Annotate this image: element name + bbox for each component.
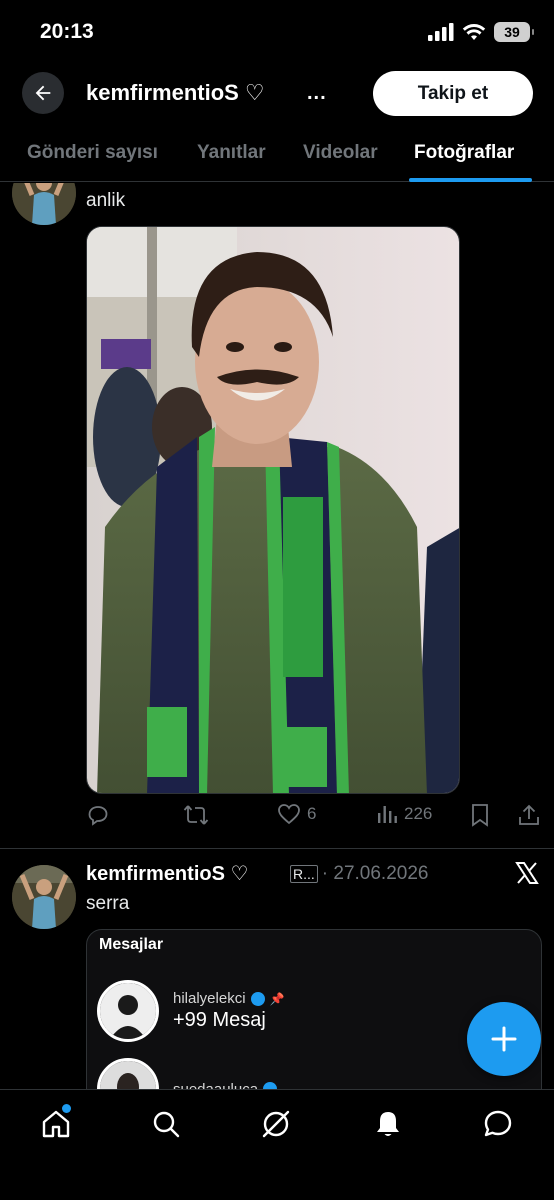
views-chart-icon (378, 806, 397, 823)
post-actions: 6 226 (86, 803, 546, 835)
profile-tabs: Gönderi sayısı Yanıtlar Videolar Fotoğra… (0, 128, 554, 182)
dm-row: hilalyelekci 📌 +99 Mesaj (97, 980, 285, 1042)
avatar[interactable] (12, 183, 76, 225)
active-tab-indicator (409, 178, 532, 182)
dm-avatar (97, 980, 159, 1042)
dm-username: suedaauluca (173, 1080, 259, 1090)
like-button[interactable]: 6 (277, 803, 316, 825)
x-logo-icon (515, 861, 539, 892)
post-date: · 27.06.2026 (321, 863, 429, 884)
follow-button[interactable]: Takip et (373, 71, 533, 116)
avatar[interactable] (12, 865, 76, 929)
heart-icon (278, 804, 300, 825)
tab-replies[interactable]: Yanıtlar (197, 142, 266, 164)
post-meta: R... · 27.06.2026 (290, 863, 428, 885)
profile-name: kemfirmentioS ♡ (86, 80, 265, 105)
share-button[interactable] (518, 803, 540, 827)
dm-avatar (97, 1058, 159, 1089)
status-icons: 39 (428, 22, 534, 42)
wifi-icon (462, 24, 486, 40)
arrow-left-icon (35, 85, 51, 101)
signal-icon (428, 23, 454, 41)
grok-icon (262, 1110, 290, 1138)
verified-badge-icon (250, 991, 265, 1006)
tab-posts[interactable]: Gönderi sayısı (27, 142, 158, 164)
profile-header: kemfirmentioS ♡ ... Takip et (0, 62, 554, 126)
post-text: serra (86, 893, 130, 914)
plus-icon (491, 1026, 517, 1052)
nav-notifications[interactable] (370, 1106, 406, 1142)
nav-messages[interactable] (480, 1106, 516, 1142)
more-button[interactable]: ... (307, 82, 327, 105)
reply-icon (88, 806, 108, 826)
views-button[interactable]: 226 (376, 803, 432, 825)
tab-photos[interactable]: Fotoğraflar (414, 142, 514, 164)
post-text: anlik (86, 190, 126, 211)
repost-button[interactable] (183, 803, 209, 827)
embedded-dm-screenshot[interactable]: Mesajlar hilalyelekci 📌 +99 Mesaj suedaa… (86, 929, 542, 1089)
nav-grok[interactable] (258, 1106, 294, 1142)
battery-indicator: 39 (494, 22, 534, 42)
repost-icon (183, 805, 209, 825)
dm-title: Mesajlar (99, 936, 164, 953)
post-author-name[interactable]: kemfirmentioS ♡ (86, 861, 248, 886)
feed[interactable]: anlik 6 226 kemfirmentioS ♡ R... · 27.06… (0, 183, 554, 1089)
search-icon (153, 1111, 180, 1138)
dm-username: hilalyelekci (173, 990, 246, 1007)
compose-button[interactable] (467, 1002, 541, 1076)
views-count: 226 (404, 804, 433, 823)
bookmark-button[interactable] (470, 803, 490, 827)
share-icon (519, 804, 539, 825)
dm-row: suedaauluca (97, 1058, 278, 1090)
tab-videos[interactable]: Videolar (303, 142, 378, 164)
status-time: 20:13 (40, 20, 94, 43)
notification-dot (62, 1104, 71, 1113)
nav-search[interactable] (148, 1106, 184, 1142)
message-icon (484, 1110, 512, 1137)
back-button[interactable] (22, 72, 64, 114)
post-photo[interactable] (86, 226, 460, 794)
post-divider (0, 848, 554, 849)
bottom-nav (0, 1089, 554, 1200)
pin-icon: 📌 (269, 991, 285, 1006)
verified-badge-icon (263, 1082, 278, 1089)
like-count: 6 (307, 804, 317, 823)
bell-icon (377, 1112, 399, 1136)
handle-abbrev[interactable]: R... (290, 865, 318, 883)
reply-button[interactable] (86, 803, 110, 827)
status-bar: 20:13 39 (0, 0, 554, 62)
bookmark-icon (472, 804, 488, 827)
dm-message-count: +99 Mesaj (173, 1009, 266, 1031)
